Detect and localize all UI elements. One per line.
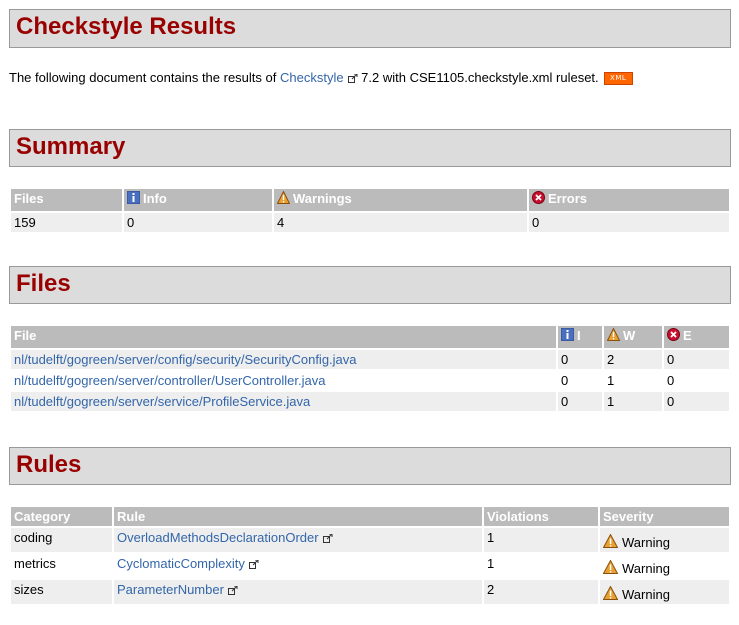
external-link-icon — [227, 586, 238, 595]
files-header-info: I — [558, 326, 602, 348]
rules-header-violations: Violations — [484, 507, 598, 526]
table-row: sizes ParameterNumber 2 Warning — [11, 580, 729, 604]
file-info-count: 0 — [558, 350, 602, 369]
files-header-warnings: W — [604, 326, 662, 348]
external-link-icon — [347, 74, 358, 83]
file-warnings-count: 1 — [604, 371, 662, 390]
table-row: nl/tudelft/gogreen/server/service/Profil… — [11, 392, 729, 411]
file-path-cell: nl/tudelft/gogreen/server/service/Profil… — [11, 392, 556, 411]
rules-header-row: Category Rule Violations Severity — [11, 507, 729, 526]
table-row: coding OverloadMethodsDeclarationOrder 1… — [11, 528, 729, 552]
file-link[interactable]: nl/tudelft/gogreen/server/service/Profil… — [14, 394, 310, 409]
summary-header-info: Info — [124, 189, 272, 211]
file-errors-count: 0 — [664, 371, 729, 390]
file-errors-count: 0 — [664, 350, 729, 369]
intro-text: The following document contains the resu… — [9, 70, 633, 85]
rule-category: sizes — [11, 580, 112, 604]
xml-badge[interactable]: XML — [603, 72, 633, 85]
page-title: Checkstyle Results — [16, 13, 237, 40]
rule-link[interactable]: OverloadMethodsDeclarationOrder — [117, 530, 319, 545]
rule-category: metrics — [11, 554, 112, 578]
summary-table: Files Info Warnings Errors 159 0 4 0 — [9, 187, 731, 234]
file-warnings-count: 2 — [604, 350, 662, 369]
rules-header-severity: Severity — [600, 507, 729, 526]
error-icon — [532, 191, 545, 204]
rule-link[interactable]: ParameterNumber — [117, 582, 224, 597]
rules-header-category: Category — [11, 507, 112, 526]
intro-suffix: 7.2 with CSE1105.checkstyle.xml ruleset. — [357, 70, 599, 85]
files-table: File I W E nl/tudelft/gogreen/server/con… — [9, 324, 731, 413]
warning-icon — [603, 560, 618, 574]
file-link[interactable]: nl/tudelft/gogreen/server/config/securit… — [14, 352, 357, 367]
file-info-count: 0 — [558, 371, 602, 390]
files-heading: Files — [16, 270, 71, 297]
summary-warnings-count: 4 — [274, 213, 527, 232]
warning-icon — [603, 534, 618, 548]
title-section: Checkstyle Results — [9, 9, 731, 48]
rules-section: Rules — [9, 447, 731, 485]
file-path-cell: nl/tudelft/gogreen/server/config/securit… — [11, 350, 556, 369]
summary-info-count: 0 — [124, 213, 272, 232]
summary-files-count: 159 — [11, 213, 122, 232]
rule-name-cell: CyclomaticComplexity — [114, 554, 482, 578]
summary-heading: Summary — [16, 133, 126, 160]
warning-icon — [277, 191, 290, 204]
summary-header-row: Files Info Warnings Errors — [11, 189, 729, 211]
rule-link[interactable]: CyclomaticComplexity — [117, 556, 245, 571]
info-icon — [561, 328, 574, 341]
info-icon — [127, 191, 140, 204]
summary-header-warnings: Warnings — [274, 189, 527, 211]
rule-severity: Warning — [600, 554, 729, 578]
summary-errors-count: 0 — [529, 213, 729, 232]
file-errors-count: 0 — [664, 392, 729, 411]
warning-icon — [607, 328, 620, 341]
checkstyle-link[interactable]: Checkstyle — [280, 70, 344, 85]
external-link-icon — [248, 560, 259, 569]
summary-row: 159 0 4 0 — [11, 213, 729, 232]
rules-table: Category Rule Violations Severity coding… — [9, 505, 731, 606]
warning-icon — [603, 586, 618, 600]
table-row: nl/tudelft/gogreen/server/config/securit… — [11, 350, 729, 369]
rule-severity: Warning — [600, 528, 729, 552]
files-section: Files — [9, 266, 731, 304]
rule-name-cell: ParameterNumber — [114, 580, 482, 604]
intro-prefix: The following document contains the resu… — [9, 70, 280, 85]
rules-heading: Rules — [16, 451, 82, 478]
summary-section: Summary — [9, 129, 731, 167]
rule-severity: Warning — [600, 580, 729, 604]
files-header-row: File I W E — [11, 326, 729, 348]
file-info-count: 0 — [558, 392, 602, 411]
file-path-cell: nl/tudelft/gogreen/server/controller/Use… — [11, 371, 556, 390]
files-header-file: File — [11, 326, 556, 348]
rules-header-rule: Rule — [114, 507, 482, 526]
files-header-errors: E — [664, 326, 729, 348]
rule-violations: 1 — [484, 554, 598, 578]
table-row: metrics CyclomaticComplexity 1 Warning — [11, 554, 729, 578]
summary-header-files: Files — [11, 189, 122, 211]
rule-category: coding — [11, 528, 112, 552]
rule-violations: 2 — [484, 580, 598, 604]
table-row: nl/tudelft/gogreen/server/controller/Use… — [11, 371, 729, 390]
error-icon — [667, 328, 680, 341]
file-warnings-count: 1 — [604, 392, 662, 411]
rule-violations: 1 — [484, 528, 598, 552]
file-link[interactable]: nl/tudelft/gogreen/server/controller/Use… — [14, 373, 325, 388]
summary-header-errors: Errors — [529, 189, 729, 211]
external-link-icon — [322, 534, 333, 543]
rule-name-cell: OverloadMethodsDeclarationOrder — [114, 528, 482, 552]
